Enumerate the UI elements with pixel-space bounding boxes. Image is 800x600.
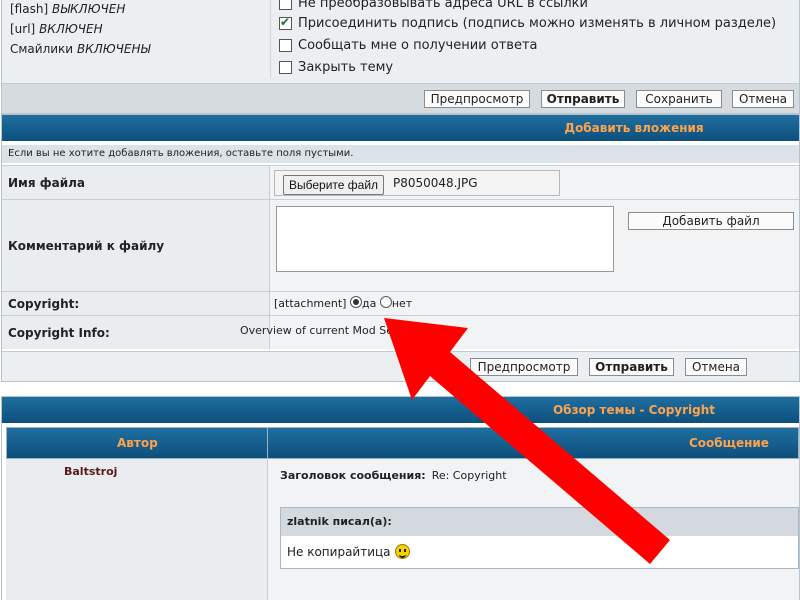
copyright-info-cell: Overview of current Mod Settings: [240, 316, 799, 349]
url-status: [url] ВКЛЮЧЕН: [10, 22, 103, 36]
bbcode-status-list: [flash] ВЫКЛЮЧЕН [url] ВКЛЮЧЕН Смайлики …: [10, 0, 150, 59]
copyright-yes-label: да: [361, 297, 377, 310]
file-comment-textarea[interactable]: [276, 206, 614, 272]
attachment-tag: [attachment]: [274, 297, 347, 310]
copyright-row: Copyright: [attachment] да нет: [2, 291, 799, 315]
choose-file-button[interactable]: Выберите файл: [283, 175, 385, 195]
topic-review-title: Обзор темы - Copyright: [552, 403, 716, 417]
column-divider: [267, 428, 268, 458]
attachments-panel: Добавить вложения Если вы не хотите доба…: [1, 114, 800, 382]
selected-file-name: P8050048.JPG: [393, 176, 478, 190]
submit-button[interactable]: Отправить: [541, 90, 625, 108]
file-input[interactable]: Выберите файл P8050048.JPG: [274, 170, 560, 196]
copyright-no-radio[interactable]: [379, 296, 392, 308]
author-cell: Baltstroj: [6, 459, 268, 600]
quote-text: Не копирайтица: [287, 544, 391, 559]
message-subject: Заголовок сообщения: Re: Copyright: [280, 469, 507, 482]
review-column-headers: Автор Сообщение: [6, 427, 799, 459]
cancel-button-2[interactable]: Отмена: [685, 358, 747, 376]
copyright-cell: [attachment] да нет: [270, 292, 799, 315]
checkbox-checked[interactable]: [279, 15, 292, 30]
subject-label: Заголовок сообщения:: [280, 469, 426, 482]
option-checkboxes: Не преобразовывать адреса URL в ссылки П…: [270, 0, 799, 79]
cancel-button[interactable]: Отмена: [732, 90, 794, 108]
post-author: Baltstroj: [64, 465, 118, 478]
filename-cell: Выберите файл P8050048.JPG: [270, 166, 799, 199]
file-comment-label: Комментарий к файлу: [2, 200, 270, 291]
copyright-info-label: Copyright Info:: [2, 316, 270, 349]
subject-value: Re: Copyright: [431, 469, 507, 482]
preview-button-2[interactable]: Предпросмотр: [470, 358, 578, 376]
attachments-header: Добавить вложения: [2, 115, 799, 141]
smiley-icon: [394, 544, 410, 559]
file-comment-cell: Добавить файл: [270, 200, 799, 291]
filename-row: Имя файла Выберите файл P8050048.JPG: [2, 165, 799, 199]
save-button[interactable]: Сохранить: [636, 90, 722, 108]
author-column-header: Автор: [117, 436, 158, 450]
checkbox[interactable]: [279, 60, 292, 74]
copyright-yes-radio[interactable]: [349, 296, 362, 308]
option-attach-signature[interactable]: Присоединить подпись (подпись можно изме…: [279, 13, 776, 33]
attachments-title: Добавить вложения: [564, 121, 704, 135]
message-column-header: Сообщение: [689, 436, 769, 450]
filename-label: Имя файла: [2, 166, 270, 199]
posting-options-panel: [flash] ВЫКЛЮЧЕН [url] ВКЛЮЧЕН Смайлики …: [1, 0, 800, 114]
quote-body: Не копирайтица: [281, 536, 798, 567]
file-comment-row: Комментарий к файлу Добавить файл: [2, 199, 799, 291]
option-lock-topic[interactable]: Закрыть тему: [279, 57, 393, 77]
option-notify-reply[interactable]: Сообщать мне о получении ответа: [279, 35, 538, 55]
flash-status: [flash] ВЫКЛЮЧЕН: [10, 2, 126, 16]
quote-block: zlatnik писал(а): Не копирайтица: [280, 507, 799, 569]
checkbox[interactable]: [279, 0, 292, 10]
copyright-no-label: нет: [391, 297, 413, 310]
quote-header: zlatnik писал(а):: [281, 508, 798, 536]
copyright-info-row: Copyright Info: Overview of current Mod …: [2, 315, 799, 349]
preview-button[interactable]: Предпросмотр: [424, 90, 530, 108]
topic-review-panel: Обзор темы - Copyright Автор Сообщение B…: [1, 396, 800, 600]
attachments-note: Если вы не хотите добавлять вложения, ос…: [2, 145, 799, 163]
topic-review-header: Обзор темы - Copyright: [2, 397, 799, 423]
attachments-button-bar: Предпросмотр Отправить Отмена: [2, 351, 799, 381]
submit-button-2[interactable]: Отправить: [589, 358, 674, 376]
message-cell: Заголовок сообщения: Re: Copyright zlatni…: [268, 459, 799, 600]
copyright-label: Copyright:: [2, 292, 270, 315]
checkbox[interactable]: [279, 38, 292, 52]
add-file-button[interactable]: Добавить файл: [628, 212, 794, 230]
copyright-info-value: Overview of current Mod Settings: [240, 324, 425, 337]
option-no-url-links[interactable]: Не преобразовывать адреса URL в ссылки: [279, 0, 588, 13]
smilies-status: Смайлики ВКЛЮЧЕНЫ: [10, 42, 151, 56]
posting-button-bar: Предпросмотр Отправить Сохранить Отмена: [2, 83, 799, 113]
